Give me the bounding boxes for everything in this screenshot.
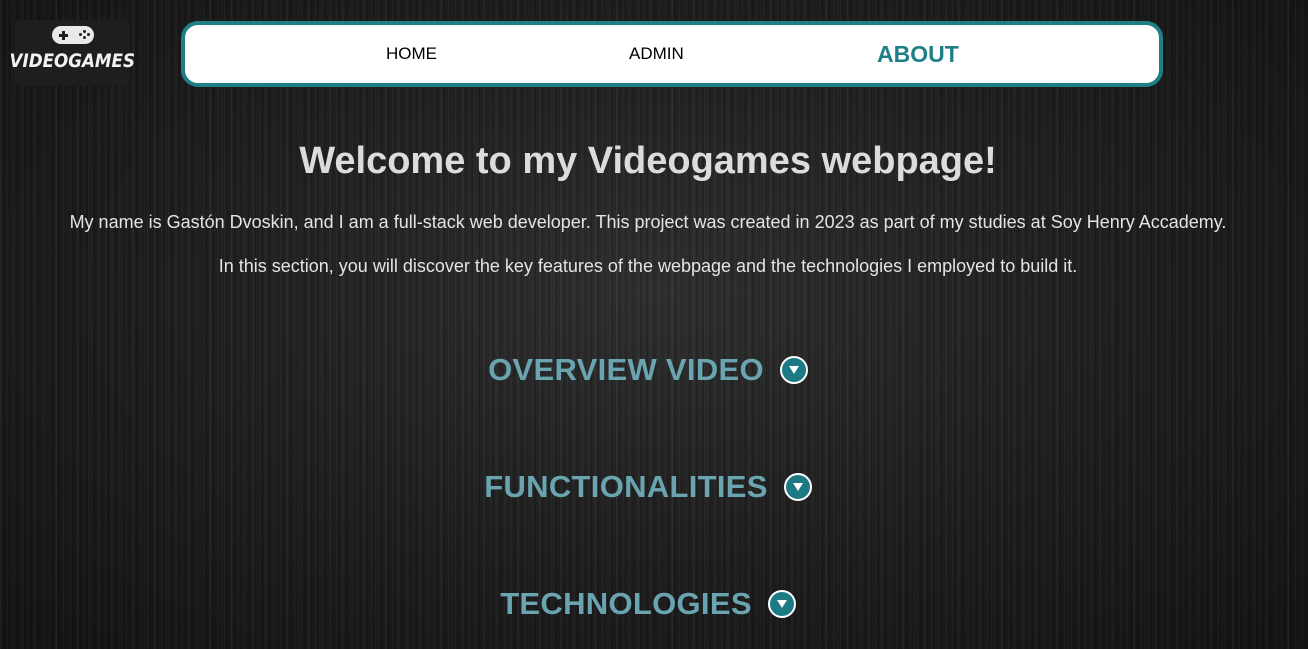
intro-paragraph: My name is Gastón Dvoskin, and I am a fu…: [69, 212, 1227, 232]
chevron-down-icon[interactable]: [767, 590, 796, 618]
logo-text: VIDEOGAMES: [9, 50, 136, 72]
nav-link-home[interactable]: HOME: [386, 25, 437, 83]
section-title-overview-video: OVERVIEW VIDEO: [488, 352, 764, 387]
section-title-technologies: TECHNOLOGIES: [500, 586, 752, 621]
intro-paragraph-secondary: In this section, you will discover the k…: [218, 256, 1078, 276]
overview-video-toggle[interactable]: OVERVIEW VIDEO: [0, 352, 1296, 388]
site-logo[interactable]: VIDEOGAMES: [10, 20, 135, 86]
nav-link-about[interactable]: ABOUT: [877, 25, 959, 83]
page-title: Welcome to my Videogames webpage!: [299, 140, 997, 182]
chevron-down-icon[interactable]: [783, 473, 812, 501]
chevron-down-icon[interactable]: [779, 356, 808, 384]
gamepad-icon: [51, 26, 94, 44]
functionalities-toggle[interactable]: FUNCTIONALITIES: [0, 469, 1296, 505]
section-title-functionalities: FUNCTIONALITIES: [484, 469, 768, 504]
nav-link-admin[interactable]: ADMIN: [629, 25, 684, 83]
technologies-toggle[interactable]: TECHNOLOGIES: [0, 586, 1296, 622]
main-navbar: HOME ADMIN ABOUT: [181, 21, 1163, 87]
